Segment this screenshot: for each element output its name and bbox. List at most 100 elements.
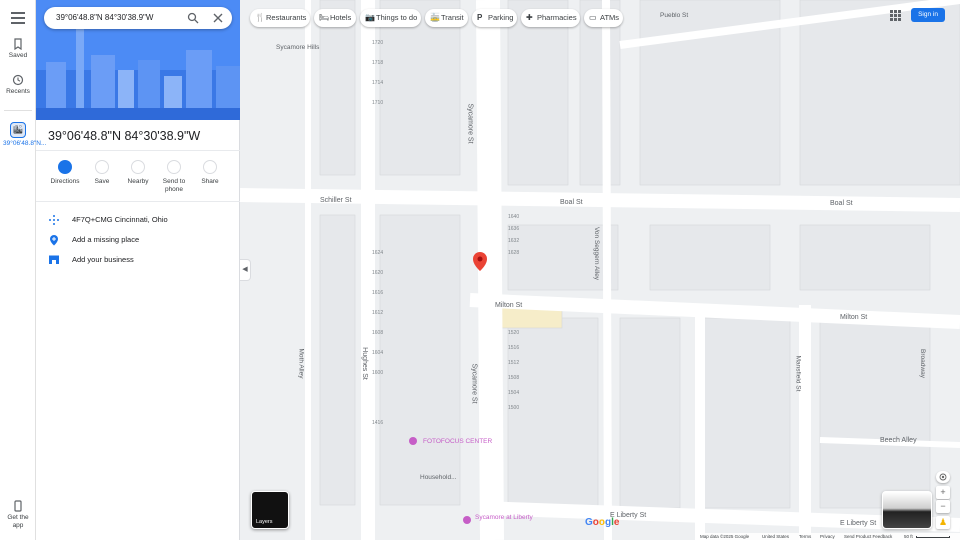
street-label-broadway: Broadway	[918, 349, 926, 378]
recent-place-item[interactable]: 🏙 39°06'48.8"N...	[0, 122, 47, 148]
camera-icon: 📷	[365, 13, 375, 22]
zoom-in-button[interactable]: +	[936, 486, 950, 499]
map-canvas[interactable]: Sycamore St Sycamore St Schiller St Boal…	[240, 0, 960, 540]
street-label-sycamore: Sycamore St	[466, 103, 474, 144]
street-label-boal-2: Boal St	[830, 200, 853, 207]
recent-place-thumbnail: 🏙	[10, 122, 26, 138]
house-number: 1416	[372, 420, 384, 426]
phone-icon	[167, 160, 181, 174]
chip-pharmacies[interactable]: ✚ Pharmacies	[521, 9, 580, 27]
street-label-sycamore-lower: Sycamore St	[470, 363, 478, 404]
house-number: 1608	[372, 330, 384, 336]
nearby-button[interactable]: Nearby	[120, 160, 156, 186]
add-location-icon	[50, 235, 58, 246]
recents-button[interactable]: Recents	[0, 74, 36, 95]
my-location-icon	[939, 473, 947, 481]
chip-label: Pharmacies	[537, 13, 577, 22]
chip-label: Restaurants	[266, 13, 307, 22]
chip-hotels[interactable]: 🛏 Hotels	[314, 9, 356, 27]
house-number: 1714	[372, 80, 384, 86]
transit-icon: 🚋	[430, 13, 440, 22]
poi-fotofocus[interactable]: FOTOFOCUS CENTER	[423, 438, 492, 445]
parking-icon: P	[477, 13, 483, 22]
scale-bar	[916, 536, 950, 538]
divider	[36, 150, 240, 151]
chip-label: Transit	[441, 13, 464, 22]
chip-label: Hotels	[330, 13, 352, 22]
add-business-row[interactable]: Add your business	[48, 252, 238, 268]
menu-icon[interactable]	[11, 12, 25, 24]
zoom-out-button[interactable]: −	[936, 500, 950, 513]
directions-button[interactable]: Directions	[47, 160, 83, 186]
divider	[36, 201, 240, 202]
chip-parking[interactable]: P Parking	[472, 9, 517, 27]
restaurant-icon: 🍴	[255, 13, 265, 22]
collapse-panel-button[interactable]: ◀	[240, 259, 251, 281]
google-logo: Google	[585, 517, 620, 528]
search-box[interactable]: 39°06'48.8"N 84°30'38.9"W	[44, 7, 232, 29]
scale-label[interactable]: 50 ft	[904, 534, 913, 539]
hotel-icon: 🛏	[319, 13, 330, 22]
directions-label: Directions	[50, 178, 80, 185]
send-feedback-link[interactable]: Send Product Feedback	[844, 534, 892, 539]
saved-button[interactable]: Saved	[0, 38, 36, 59]
directions-icon	[58, 160, 72, 174]
get-app-button[interactable]: Get the app	[0, 500, 36, 530]
saved-label: Saved	[8, 52, 28, 59]
house-number: 1710	[372, 100, 384, 106]
save-label: Save	[94, 178, 110, 185]
house-number: 1624	[372, 250, 384, 256]
plus-code-row[interactable]: 4F7Q+CMG Cincinnati, Ohio	[48, 212, 238, 228]
terms-link[interactable]: Terms	[799, 534, 811, 539]
layers-button[interactable]: Layers	[251, 491, 289, 529]
poi-household[interactable]: Household...	[420, 474, 457, 481]
my-location-button[interactable]	[936, 471, 950, 483]
house-number: 1500	[508, 405, 520, 411]
house-number: 1516	[508, 345, 520, 351]
add-business-text: Add your business	[72, 255, 134, 264]
plus-code-text: 4F7Q+CMG Cincinnati, Ohio	[72, 215, 168, 224]
house-number: 1604	[372, 350, 384, 356]
chip-transit[interactable]: 🚋 Transit	[425, 9, 468, 27]
nearby-label: Nearby	[127, 178, 149, 185]
globe-view-thumbnail[interactable]	[882, 491, 932, 529]
pharmacy-icon: ✚	[526, 13, 533, 22]
chip-label: Things to do	[376, 13, 418, 22]
map-data-attribution: Map data ©2025 Google	[700, 534, 750, 539]
house-number: 1628	[508, 250, 520, 256]
sign-in-button[interactable]: Sign in	[911, 8, 945, 22]
street-label-milton-2: Milton St	[840, 314, 868, 321]
country-link[interactable]: United States	[762, 534, 789, 539]
search-input[interactable]: 39°06'48.8"N 84°30'38.9"W	[56, 13, 153, 22]
get-app-label: Get the app	[7, 514, 29, 529]
place-title: 39°06'48.8"N 84°30'38.9"W	[48, 129, 201, 143]
send-to-phone-button[interactable]: Send to phone	[156, 160, 192, 194]
privacy-link[interactable]: Privacy	[820, 534, 835, 539]
street-label-boal: Boal St	[560, 199, 583, 206]
rail-divider	[4, 110, 32, 111]
close-icon[interactable]	[212, 12, 224, 24]
street-label-hughes: Hughes St	[360, 347, 368, 380]
house-number: 1640	[508, 214, 520, 220]
chip-restaurants[interactable]: 🍴 Restaurants	[250, 9, 310, 27]
apps-grid-icon[interactable]	[890, 10, 901, 21]
share-label: Share	[201, 178, 219, 185]
house-number: 1600	[372, 370, 384, 376]
street-label-moth: Moth Alley	[297, 348, 305, 379]
poi-sycamore-hills[interactable]: Sycamore Hills	[276, 44, 319, 51]
recent-place-label: 39°06'48.8"N...	[3, 140, 47, 147]
house-number: 1520	[508, 330, 520, 336]
send-to-phone-label: Send to phone	[162, 178, 186, 193]
phone-icon	[14, 500, 22, 512]
chip-atms[interactable]: ▭ ATMs	[584, 9, 623, 27]
add-missing-place-row[interactable]: Add a missing place	[48, 232, 238, 248]
house-number: 1636	[508, 226, 520, 232]
save-button[interactable]: Save	[84, 160, 120, 186]
chip-things-to-do[interactable]: 📷 Things to do	[360, 9, 421, 27]
poi-liberty[interactable]: Sycamore at Liberty	[475, 514, 533, 521]
search-icon[interactable]	[187, 12, 199, 24]
share-button[interactable]: Share	[192, 160, 228, 186]
nearby-icon	[131, 160, 145, 174]
chip-label: ATMs	[600, 13, 620, 22]
street-view-pegman-icon[interactable]: ♟	[936, 516, 950, 529]
